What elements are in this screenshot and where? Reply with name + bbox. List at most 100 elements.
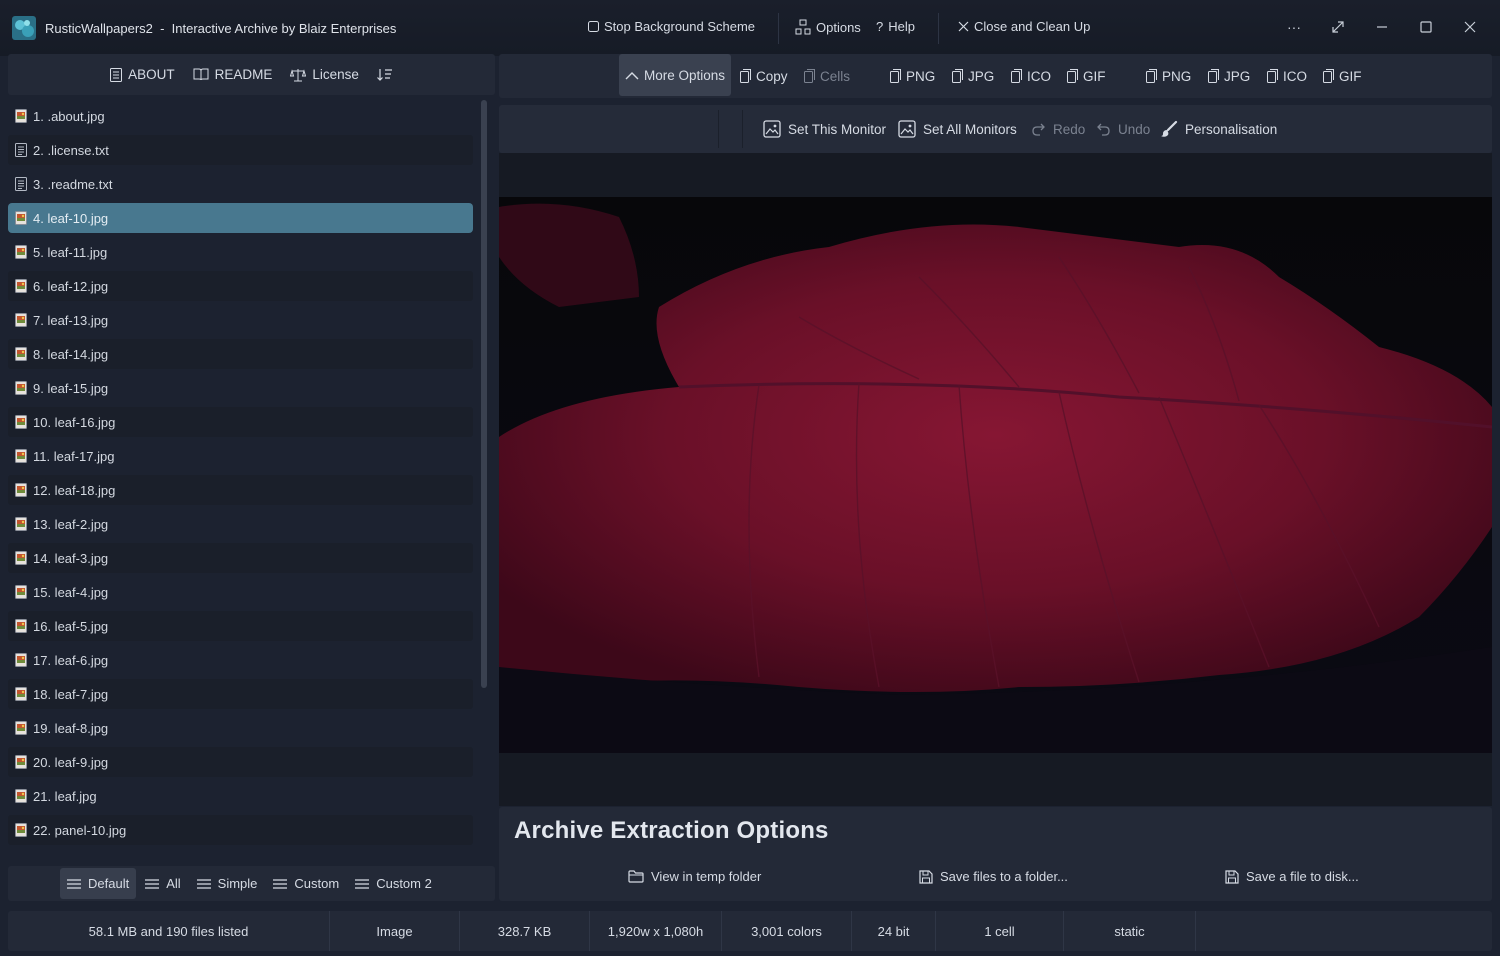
undo-label: Undo bbox=[1118, 121, 1151, 137]
picture-icon bbox=[763, 120, 781, 138]
personalisation-label: Personalisation bbox=[1185, 121, 1278, 137]
help-button[interactable]: ? Help bbox=[876, 19, 915, 34]
options-button[interactable]: Options bbox=[795, 19, 861, 35]
save-files-folder-button[interactable]: Save files to a folder... bbox=[919, 869, 1068, 884]
undo-button[interactable]: Undo bbox=[1096, 105, 1150, 153]
file-list-item[interactable]: 10. leaf-16.jpg bbox=[8, 407, 473, 437]
file-list-item[interactable]: 18. leaf-7.jpg bbox=[8, 679, 473, 709]
file-list-item[interactable]: 15. leaf-4.jpg bbox=[8, 577, 473, 607]
copy-as-gif-button[interactable]: GIF bbox=[1067, 54, 1106, 98]
copy-as-gif-button[interactable]: GIF bbox=[1323, 54, 1362, 98]
format-label: PNG bbox=[906, 68, 936, 84]
file-list-item[interactable]: 22. panel-10.jpg bbox=[8, 815, 473, 845]
file-list-item[interactable]: 16. leaf-5.jpg bbox=[8, 611, 473, 641]
set-all-monitors-button[interactable]: Set All Monitors bbox=[898, 105, 1017, 153]
redo-button[interactable]: Redo bbox=[1031, 105, 1085, 153]
view-all-label: All bbox=[166, 876, 181, 891]
file-list-item[interactable]: 19. leaf-8.jpg bbox=[8, 713, 473, 743]
file-list-item[interactable]: 9. leaf-15.jpg bbox=[8, 373, 473, 403]
file-list-item[interactable]: 1. .about.jpg bbox=[8, 101, 473, 131]
image-file-icon bbox=[15, 551, 27, 565]
copy-as-png-button[interactable]: PNG bbox=[890, 54, 935, 98]
file-name: 20. leaf-9.jpg bbox=[33, 754, 109, 770]
file-name: 1. .about.jpg bbox=[33, 108, 105, 124]
file-list-item[interactable]: 7. leaf-13.jpg bbox=[8, 305, 473, 335]
copy-as-ico-button[interactable]: ICO bbox=[1011, 54, 1051, 98]
file-list-item[interactable]: 5. leaf-11.jpg bbox=[8, 237, 473, 267]
sort-button[interactable] bbox=[376, 68, 393, 81]
copy-as-ico-button[interactable]: ICO bbox=[1267, 54, 1307, 98]
stop-background-button[interactable]: Stop Background Scheme bbox=[588, 19, 755, 34]
file-list-item[interactable]: 17. leaf-6.jpg bbox=[8, 645, 473, 675]
copy-as-jpg-button[interactable]: JPG bbox=[1208, 54, 1250, 98]
file-list-item[interactable]: 11. leaf-17.jpg bbox=[8, 441, 473, 471]
wallpaper-preview-image[interactable] bbox=[499, 197, 1492, 753]
file-name: 8. leaf-14.jpg bbox=[33, 346, 109, 362]
view-all-button[interactable]: All bbox=[138, 868, 187, 899]
file-name: 5. leaf-11.jpg bbox=[33, 244, 108, 260]
format-label: ICO bbox=[1283, 68, 1308, 84]
copy-icon bbox=[1208, 69, 1219, 83]
monitor-toolbar: Set This Monitor Set All Monitors Redo U… bbox=[499, 105, 1492, 153]
file-list-item[interactable]: 6. leaf-12.jpg bbox=[8, 271, 473, 301]
file-name: 6. leaf-12.jpg bbox=[33, 278, 109, 294]
file-list-item[interactable]: 2. .license.txt bbox=[8, 135, 473, 165]
file-list-item[interactable]: 21. leaf.jpg bbox=[8, 781, 473, 811]
format-label: PNG bbox=[1162, 68, 1192, 84]
readme-button[interactable]: README bbox=[193, 67, 272, 82]
view-simple-button[interactable]: Simple bbox=[190, 868, 265, 899]
cells-button[interactable]: Cells bbox=[804, 54, 850, 98]
file-list-item[interactable]: 3. .readme.txt bbox=[8, 169, 473, 199]
view-temp-folder-button[interactable]: View in temp folder bbox=[628, 869, 761, 884]
extraction-title: Archive Extraction Options bbox=[514, 817, 829, 844]
copy-label: Copy bbox=[756, 68, 788, 84]
copy-button[interactable]: Copy bbox=[740, 54, 788, 98]
file-list-item[interactable]: 4. leaf-10.jpg bbox=[8, 203, 473, 233]
image-file-icon bbox=[15, 449, 27, 463]
close-window-icon[interactable] bbox=[1459, 16, 1481, 38]
ellipsis-icon[interactable]: ··· bbox=[1283, 16, 1305, 38]
more-options-button[interactable]: More Options bbox=[619, 54, 732, 96]
status-cells: 1 cell bbox=[936, 911, 1064, 951]
format-label: ICO bbox=[1027, 68, 1052, 84]
file-list-scrollbar[interactable] bbox=[481, 100, 487, 688]
save-file-disk-button[interactable]: Save a file to disk... bbox=[1225, 869, 1359, 884]
copy-as-jpg-button[interactable]: JPG bbox=[952, 54, 994, 98]
image-file-icon bbox=[15, 823, 27, 837]
about-label: ABOUT bbox=[128, 67, 175, 82]
image-file-icon bbox=[15, 245, 27, 259]
close-clean-button[interactable]: Close and Clean Up bbox=[958, 19, 1090, 34]
view-temp-folder-label: View in temp folder bbox=[651, 869, 762, 884]
file-list-item[interactable]: 12. leaf-18.jpg bbox=[8, 475, 473, 505]
image-file-icon bbox=[15, 721, 27, 735]
undo-icon bbox=[1097, 123, 1110, 136]
file-list-item[interactable]: 8. leaf-14.jpg bbox=[8, 339, 473, 369]
list-icon bbox=[67, 878, 81, 889]
expand-icon[interactable] bbox=[1327, 16, 1349, 38]
copy-icon bbox=[1323, 69, 1334, 83]
view-custom-button[interactable]: Custom bbox=[266, 868, 346, 899]
set-this-monitor-button[interactable]: Set This Monitor bbox=[763, 105, 886, 153]
license-label: License bbox=[312, 67, 359, 82]
book-icon bbox=[193, 68, 209, 81]
file-list-item[interactable]: 20. leaf-9.jpg bbox=[8, 747, 473, 777]
view-default-button[interactable]: Default bbox=[60, 868, 137, 899]
copy-icon bbox=[1146, 69, 1157, 83]
help-label: Help bbox=[888, 19, 915, 34]
file-list-item[interactable]: 13. leaf-2.jpg bbox=[8, 509, 473, 539]
maximize-icon[interactable] bbox=[1415, 16, 1437, 38]
about-button[interactable]: ABOUT bbox=[110, 67, 175, 82]
copy-icon bbox=[952, 69, 963, 83]
personalisation-button[interactable]: Personalisation bbox=[1160, 105, 1277, 153]
copy-icon bbox=[1267, 69, 1278, 83]
file-name: 14. leaf-3.jpg bbox=[33, 550, 109, 566]
file-list-item[interactable]: 14. leaf-3.jpg bbox=[8, 543, 473, 573]
app-logo-icon bbox=[12, 16, 36, 40]
image-preview-area bbox=[499, 153, 1492, 806]
view-custom2-button[interactable]: Custom 2 bbox=[348, 868, 439, 899]
license-button[interactable]: License bbox=[290, 67, 359, 82]
minimize-icon[interactable] bbox=[1371, 16, 1393, 38]
copy-icon bbox=[804, 69, 815, 83]
copy-as-png-button[interactable]: PNG bbox=[1146, 54, 1191, 98]
window-title: RusticWallpapers2 - Interactive Archive … bbox=[45, 21, 397, 36]
